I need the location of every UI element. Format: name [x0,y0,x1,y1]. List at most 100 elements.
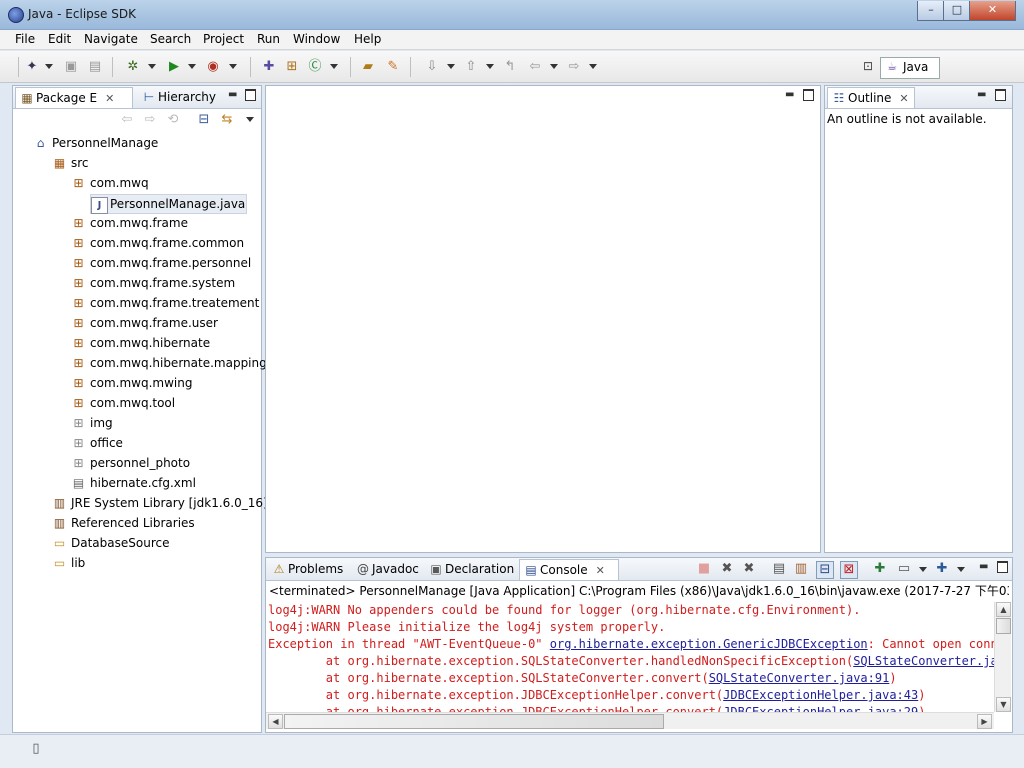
view-menu-icon[interactable] [246,117,254,122]
next-annotation-dropdown-icon[interactable] [447,64,455,69]
horizontal-scrollbar[interactable]: ◀ ▶ [266,712,994,729]
close-icon[interactable]: ✕ [596,561,605,581]
console-line: Exception in thread "AWT-EventQueue-0" o… [268,636,994,653]
tree-item[interactable]: J PersonnelManage.java [90,194,247,214]
java-perspective-button[interactable]: ☕ Java [880,57,940,79]
menu-window[interactable]: Window [293,32,340,46]
display-console-icon[interactable]: ▭ [896,561,912,577]
back-icon[interactable]: ⇦ [527,59,543,75]
tab-outline[interactable]: ☷ Outline ✕ [827,87,915,108]
menu-project[interactable]: Project [203,32,244,46]
horizontal-scroll-thumb[interactable] [284,714,664,729]
scroll-lock-icon[interactable]: ▥ [793,561,809,577]
previous-annotation-dropdown-icon[interactable] [486,64,494,69]
console-output[interactable]: log4j:WARN No appenders could be found f… [266,602,994,712]
tab-declaration[interactable]: ▣ Declaration [425,559,517,580]
menu-help[interactable]: Help [354,32,381,46]
forward-icon[interactable]: ⇨ [142,112,158,128]
minimize-button[interactable]: – [917,1,945,21]
maximize-editor-icon[interactable] [803,89,814,101]
tab-problems[interactable]: ⚠ Problems [268,559,350,580]
terminate-icon[interactable]: ■ [696,561,712,577]
new-package-icon[interactable]: ⊞ [284,59,300,75]
save-icon[interactable]: ▣ [63,59,79,75]
up-icon[interactable]: ⟲ [165,112,181,128]
menu-search[interactable]: Search [150,32,191,46]
menu-edit[interactable]: Edit [48,32,71,46]
debug-dropdown-icon[interactable] [148,64,156,69]
new-dropdown-icon[interactable] [45,64,53,69]
vertical-scrollbar[interactable]: ▲ ▼ [994,602,1011,712]
tab-package-explorer[interactable]: ▦ Package E ✕ [15,87,133,108]
minimize-view-icon[interactable]: ▬ [979,562,989,572]
external-tools-icon[interactable]: ◉ [205,59,221,75]
menu-file[interactable]: File [15,32,35,46]
new-icon[interactable]: ✦ [24,59,40,75]
menu-navigate[interactable]: Navigate [84,32,138,46]
scroll-up-icon[interactable]: ▲ [996,602,1011,617]
fast-view-icon[interactable]: ▯ [28,741,44,757]
console-text: log4j:WARN No appenders could be found f… [268,603,861,617]
console-text: ) [918,688,926,702]
scroll-right-icon[interactable]: ▶ [977,714,992,729]
show-console-stderr-icon[interactable]: ⊠ [840,561,858,579]
outline-message: An outline is not available. [827,112,987,126]
remove-all-terminated-icon[interactable]: ✖ [741,561,757,577]
scroll-down-icon[interactable]: ▼ [996,697,1011,712]
open-console-icon[interactable]: ✚ [934,561,950,577]
external-tools-dropdown-icon[interactable] [229,64,237,69]
back-dropdown-icon[interactable] [550,64,558,69]
last-edit-location-icon[interactable]: ↰ [502,59,518,75]
forward-icon[interactable]: ⇨ [566,59,582,75]
console-link[interactable]: JDBCExceptionHelper.java:29 [723,705,918,712]
open-perspective-icon[interactable]: ⊡ [861,59,875,73]
maximize-button[interactable]: □ [943,1,971,21]
scroll-left-icon[interactable]: ◀ [268,714,283,729]
forward-dropdown-icon[interactable] [589,64,597,69]
console-text: at org.hibernate.exception.JDBCException… [268,705,724,712]
tab-javadoc[interactable]: @ Javadoc [352,559,424,580]
console-text: at org.hibernate.exception.SQLStateConve… [268,671,709,685]
minimize-view-icon[interactable]: ▬ [228,90,238,100]
tab-hierarchy[interactable]: ⊢ Hierarchy [138,87,233,108]
minimize-view-icon[interactable]: ▬ [977,90,987,100]
pin-console-icon[interactable]: ✚ [872,561,888,577]
clear-console-icon[interactable]: ▤ [771,561,787,577]
close-icon[interactable]: ✕ [105,89,114,109]
maximize-view-icon[interactable] [997,561,1008,573]
empty-package-icon: ⊞ [73,416,84,430]
run-icon[interactable]: ▶ [166,59,182,75]
console-link[interactable]: SQLStateConverter.java:91 [709,671,890,685]
close-button[interactable]: ✕ [969,1,1016,21]
display-console-dropdown-icon[interactable] [919,567,927,572]
new-class-dropdown-icon[interactable] [330,64,338,69]
console-link[interactable]: org.hibernate.exception.GenericJDBCExcep… [550,637,868,651]
maximize-view-icon[interactable] [995,89,1006,101]
vertical-scroll-thumb[interactable] [996,618,1011,634]
new-class-icon[interactable]: Ⓒ [307,59,323,75]
show-console-stdout-icon[interactable]: ⊟ [816,561,834,579]
print-icon[interactable]: ▤ [87,59,103,75]
close-icon[interactable]: ✕ [899,89,908,109]
run-dropdown-icon[interactable] [188,64,196,69]
java-perspective-icon: ☕ [887,60,897,73]
search-icon[interactable]: ✎ [385,59,401,75]
console-link[interactable]: JDBCExceptionHelper.java:43 [723,688,918,702]
next-annotation-icon[interactable]: ⇩ [424,59,440,75]
previous-annotation-icon[interactable]: ⇧ [463,59,479,75]
collapse-all-icon[interactable]: ⊟ [196,112,212,128]
remove-launch-icon[interactable]: ✖ [719,561,735,577]
console-link[interactable]: SQLStateConverter.java:103 [853,654,994,668]
minimize-editor-icon[interactable]: ▬ [785,90,795,100]
open-console-dropdown-icon[interactable] [957,567,965,572]
menu-run[interactable]: Run [257,32,280,46]
new-java-project-icon[interactable]: ✚ [261,59,277,75]
back-icon[interactable]: ⇦ [119,112,135,128]
link-with-editor-icon[interactable]: ⇆ [219,112,235,128]
debug-icon[interactable]: ✲ [125,59,141,75]
tab-console[interactable]: ▤ Console ✕ [519,559,619,580]
open-type-icon[interactable]: ▰ [360,59,376,75]
package-icon: ⊞ [73,296,84,310]
maximize-view-icon[interactable] [245,89,256,101]
tab-label: Console [540,563,588,577]
